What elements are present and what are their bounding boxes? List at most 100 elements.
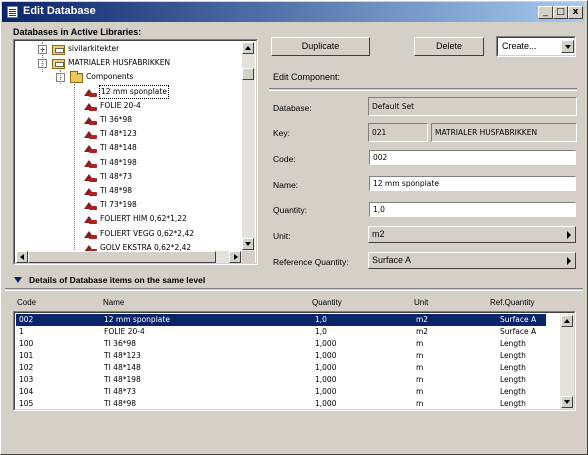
scroll-right-button[interactable]	[229, 251, 241, 263]
maximize-button[interactable]: □	[553, 6, 568, 19]
tree-item-component[interactable]: TI 48*73	[16, 170, 242, 184]
arrow-up-icon	[564, 319, 570, 323]
cell-ref: Length	[500, 399, 526, 408]
details-collapse-toggle[interactable]	[14, 277, 22, 283]
tree-hscroll-thumb[interactable]	[28, 251, 216, 263]
cell-code: 104	[19, 387, 34, 396]
chevron-right-icon	[567, 231, 571, 239]
table-row[interactable]: 002 12 mm sponplate 1,0 m2 Surface A	[16, 314, 546, 326]
tree-item-label: TI 48*98	[100, 186, 133, 195]
tree-item-library[interactable]: + sivilarkitekter	[16, 42, 242, 56]
code-input[interactable]: 002	[369, 150, 576, 165]
arrow-down-icon	[245, 242, 251, 246]
details-vertical-scrollbar[interactable]	[560, 314, 574, 409]
cell-ref: Surface A	[500, 315, 537, 324]
tree-item-library[interactable]: - MATRIALER HUSFABRIKKEN	[16, 56, 242, 70]
tree-horizontal-scrollbar[interactable]	[16, 251, 242, 263]
delete-button[interactable]: Delete	[414, 37, 484, 56]
quantity-input[interactable]: 1,0	[369, 202, 576, 217]
component-icon	[84, 116, 97, 125]
database-tree[interactable]: + sivilarkitekter - MATRIALER HUSFABRIKKEN -…	[13, 39, 258, 265]
tree-scroll-thumb[interactable]	[242, 68, 254, 80]
column-header-quantity[interactable]: Quantity	[312, 298, 342, 307]
tree-item-label: Components	[86, 72, 134, 82]
table-row[interactable]: 101 TI 48*123 1,000 m Length	[16, 350, 546, 362]
component-icon	[84, 187, 97, 196]
scroll-down-button[interactable]	[242, 238, 254, 250]
unit-popup[interactable]: m2	[368, 226, 576, 243]
details-scroll-up-button[interactable]	[561, 315, 573, 327]
minimize-button[interactable]: _	[538, 6, 553, 19]
title-bar[interactable]: Edit Database _ □ x	[2, 2, 584, 22]
table-row[interactable]: 104 TI 48*73 1,000 m Length	[16, 386, 546, 398]
component-icon	[84, 88, 97, 97]
window-title: Edit Database	[23, 5, 96, 17]
cell-quantity: 1,000	[315, 363, 337, 372]
arrow-right-icon	[234, 254, 238, 260]
table-row[interactable]: 102 TI 48*148 1,000 m Length	[16, 362, 546, 374]
tree-item-component[interactable]: FOLIE 20-4	[16, 99, 242, 113]
library-icon	[52, 59, 65, 70]
database-label: Database:	[273, 103, 312, 113]
tree-item-label: 12 mm sponplate	[99, 84, 169, 99]
tree-item-component[interactable]: TI 73*198	[16, 198, 242, 212]
details-scroll-down-button[interactable]	[561, 396, 573, 408]
tree-item-component[interactable]: TI 48*123	[16, 127, 242, 141]
cell-name: TI 36*98	[104, 339, 137, 348]
component-icon	[84, 215, 97, 225]
cell-ref: Length	[500, 339, 526, 348]
tree-item-component[interactable]: FOLIERT HIM 0,62*1,22	[16, 212, 242, 226]
name-input[interactable]: 12 mm sponplate	[369, 176, 576, 191]
create-dropdown-button[interactable]	[561, 40, 574, 53]
table-row[interactable]: 1 FOLIE 20-4 1,0 m2 Surface A	[16, 326, 546, 338]
key-value: 021	[368, 123, 428, 142]
tree-item-folder[interactable]: - Components	[16, 70, 242, 84]
unit-label: Unit:	[273, 231, 291, 241]
column-header-code[interactable]: Code	[17, 298, 36, 307]
tree-item-component[interactable]: TI 36*98	[16, 113, 242, 127]
column-header-name[interactable]: Name	[103, 298, 124, 307]
tree-item-component[interactable]: TI 48*98	[16, 184, 242, 198]
cell-name: TI 48*73	[104, 387, 137, 396]
tree-item-label: GOLV EKSTRA 0,62*2,42	[100, 242, 192, 251]
cell-name: TI 48*98	[104, 399, 137, 408]
duplicate-button[interactable]: Duplicate	[271, 37, 370, 56]
tree-vertical-scrollbar[interactable]	[242, 42, 255, 251]
tree-item-label: TI 48*198	[100, 157, 137, 167]
tree-guide-line	[42, 42, 43, 72]
table-row[interactable]: 103 TI 48*198 1,000 m Length	[16, 374, 546, 386]
chevron-down-icon	[565, 45, 571, 49]
tree-item-component[interactable]: 12 mm sponplate	[16, 84, 242, 99]
tree-item-label: TI 48*123	[100, 129, 137, 139]
arrow-up-icon	[245, 46, 251, 50]
cell-unit: m	[416, 375, 424, 384]
create-dropdown-value: Create...	[502, 41, 537, 51]
tree-guide-line	[60, 70, 61, 84]
column-header-unit[interactable]: Unit	[414, 298, 428, 307]
unit-popup-value: m2	[372, 229, 385, 239]
create-dropdown[interactable]: Create...	[496, 36, 576, 57]
tree-items-area: + sivilarkitekter - MATRIALER HUSFABRIKKEN -…	[16, 42, 242, 251]
tree-item-component[interactable]: TI 48*148	[16, 141, 242, 155]
details-divider	[5, 288, 583, 291]
tree-item-component[interactable]: FOLIERT VEGG 0,62*2,42	[16, 227, 242, 241]
tree-item-component[interactable]: GOLV EKSTRA 0,62*2,42	[16, 241, 242, 251]
table-row[interactable]: 100 TI 36*98 1,000 m Length	[16, 338, 546, 350]
cell-code: 100	[19, 339, 34, 348]
cell-ref: Length	[500, 387, 526, 396]
scroll-up-button[interactable]	[242, 42, 254, 54]
scroll-left-button[interactable]	[16, 251, 28, 263]
code-label: Code:	[273, 154, 296, 164]
tree-item-label: FOLIE 20-4	[100, 100, 141, 110]
arrow-left-icon	[20, 254, 24, 260]
reference-quantity-popup[interactable]: Surface A	[368, 252, 576, 269]
close-button[interactable]: x	[568, 6, 583, 19]
cell-code: 103	[19, 375, 34, 384]
tree-item-label: sivilarkitekter	[68, 44, 120, 53]
cell-ref: Length	[500, 351, 526, 360]
cell-unit: m	[416, 339, 424, 348]
column-header-ref-quantity[interactable]: Ref.Quantity	[490, 298, 534, 307]
tree-item-component[interactable]: TI 48*198	[16, 156, 242, 170]
cell-quantity: 1,0	[315, 327, 327, 336]
table-row[interactable]: 105 TI 48*98 1,000 m Length	[16, 398, 546, 410]
